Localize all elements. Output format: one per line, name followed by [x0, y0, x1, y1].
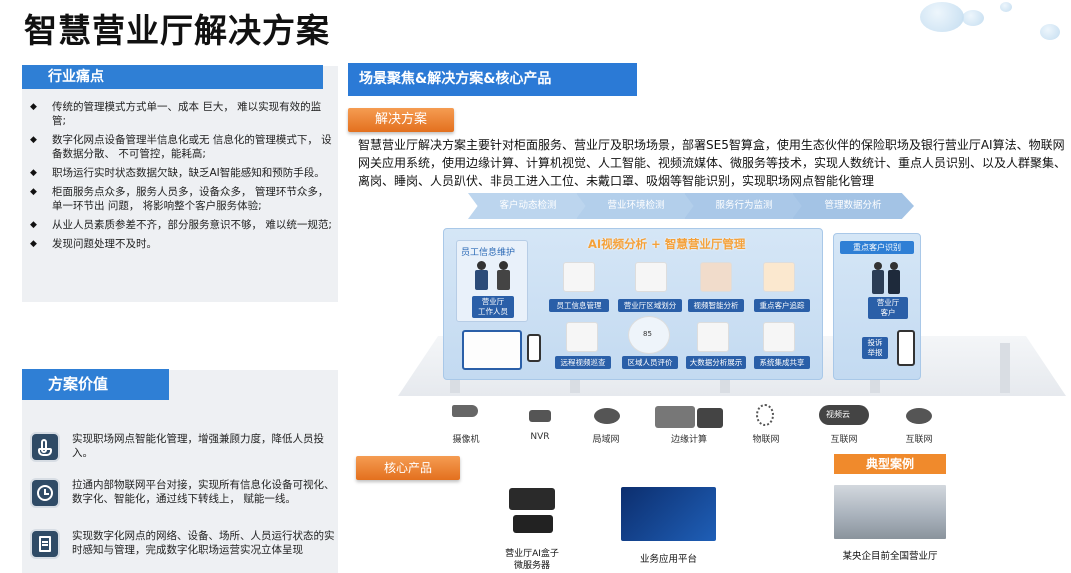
flow-step: 管理数据分析 [792, 193, 914, 219]
staff-info-icon [563, 262, 595, 292]
device-label: 互联网 [905, 435, 933, 445]
pain-point: 传统的管理模式方式单一、成本 巨大， 难以实现有效的监管; [30, 100, 335, 128]
monitor-icon [462, 330, 522, 370]
phone-icon [527, 334, 541, 362]
value-text: 拉通内部物联网平台对接，实现所有信息化设备可视化、数字化、智能化，通过线下转线上… [72, 479, 335, 505]
cloud-label: 视频云 [826, 410, 850, 419]
device-label: NVR [530, 432, 550, 442]
module-label: 区域人员评价 [622, 356, 678, 369]
value-item: 实现数字化网点的网络、设备、场所、人员运行状态的实时感知与管理，完成数字化职场运… [30, 529, 335, 559]
area-division-icon [635, 262, 667, 292]
customer-person-icon [888, 270, 900, 294]
big-data-icon [697, 322, 729, 352]
radar-value: 85 [643, 330, 652, 338]
solution-tag: 解决方案 [348, 108, 454, 132]
device-label: 摄像机 [452, 435, 480, 445]
nvr-icon [529, 410, 551, 422]
staff-person-icon [477, 261, 486, 270]
camera-icon [452, 405, 478, 417]
pain-point: 从业人员素质参差不齐，部分服务意识不够， 难以统一规范; [30, 218, 335, 232]
side-caption: 营业厅 客户 [868, 297, 908, 319]
pain-point-list: 传统的管理模式方式单一、成本 巨大， 难以实现有效的监管; 数字化网点设备管理半… [30, 100, 335, 256]
value-header: 方案价值 [22, 369, 169, 400]
video-analysis-icon [700, 262, 732, 292]
staff-person-icon [497, 270, 510, 290]
edge-box-icon [697, 408, 723, 428]
module-label: 视频智能分析 [688, 299, 744, 312]
value-item: 实现职场网点智能化管理，增强兼顾力度，降低人员投入。 [30, 432, 335, 462]
value-text: 实现数字化网点的网络、设备、场所、人员运行状态的实时感知与管理，完成数字化职场运… [72, 530, 335, 556]
integration-icon [763, 322, 795, 352]
side-phone-icon [897, 330, 915, 366]
staff-box-title: 员工信息维护 [461, 248, 516, 258]
edge-server-icon [655, 406, 695, 428]
value-item: 拉通内部物联网平台对接，实现所有信息化设备可视化、数字化、智能化，通过线下转线上… [30, 478, 335, 508]
solution-description: 智慧营业厅解决方案主要针对柜面服务、营业厅及职场场景，部署SE5智算盒，使用生态… [358, 138, 1067, 188]
product-label: 营业厅AI盒子 微服务器 [505, 549, 559, 571]
value-text: 实现职场网点智能化管理，增强兼顾力度，降低人员投入。 [72, 433, 324, 459]
module-label: 远程视频巡查 [555, 356, 611, 369]
flow-bar: 客户动态检测 营业环境检测 服务行为监测 管理数据分析 [468, 193, 914, 219]
page-title: 智慧营业厅解决方案 [24, 11, 330, 50]
device-label: 互联网 [830, 435, 858, 445]
module-label: 员工信息管理 [549, 299, 609, 312]
touch-icon [30, 432, 60, 462]
pain-point: 职场运行实时状态数据欠缺，缺乏AI智能感知和预防手段。 [30, 166, 335, 180]
clock-icon [30, 478, 60, 508]
case-tag: 典型案例 [834, 454, 946, 474]
internet-router-icon [906, 408, 932, 424]
pain-header: 行业痛点 [22, 65, 323, 89]
lan-router-icon [594, 408, 620, 424]
staff-caption: 营业厅 工作人员 [472, 296, 514, 318]
side-title: 重点客户识别 [840, 241, 914, 254]
customer-person-icon [872, 270, 884, 294]
device-label: 局域网 [592, 435, 620, 445]
ai-box-icon [509, 488, 555, 510]
flow-step: 服务行为监测 [684, 193, 804, 219]
decor-bubble-small [1040, 24, 1060, 40]
decor-bubble-medium [962, 10, 984, 26]
staff-person-icon [475, 270, 488, 290]
module-label: 重点客户追踪 [754, 299, 810, 312]
platform-screenshot-icon [621, 487, 716, 541]
flow-step: 营业环境检测 [576, 193, 696, 219]
core-product-tag: 核心产品 [356, 456, 460, 480]
customer-person-icon [874, 262, 882, 270]
pain-point: 数字化网点设备管理半信息化或无 信息化的管理模式下， 设备数据分散、 不可管控，… [30, 133, 335, 161]
side-report: 投诉 举报 [862, 337, 888, 359]
pillar [1000, 343, 1010, 393]
remote-patrol-icon [566, 322, 598, 352]
device-label: 边缘计算 [670, 435, 707, 445]
module-label: 大数据分析展示 [686, 356, 746, 369]
micro-server-icon [513, 515, 553, 533]
module-label: 系统集成共享 [754, 356, 810, 369]
module-label: 营业厅区域划分 [618, 299, 682, 312]
iot-icon [756, 404, 774, 426]
pain-point: 发现问题处理不及时。 [30, 237, 335, 251]
decor-bubble-tiny [1000, 2, 1012, 12]
product-label: 业务应用平台 [639, 554, 697, 565]
diagram-banner: AI视频分析 + 智慧营业厅管理 [588, 237, 746, 251]
staff-person-icon [499, 261, 508, 270]
vip-tracking-icon [763, 262, 795, 292]
product-label: 某央企目前全国营业厅 [842, 551, 938, 562]
device-label: 物联网 [752, 435, 780, 445]
case-photo-icon [834, 485, 946, 539]
decor-bubble-large [920, 2, 964, 32]
pain-point: 柜面服务点众多，服务人员多，设备众多， 管理环节众多， 单一环节出 问题， 将影… [30, 185, 335, 213]
customer-person-icon [890, 262, 898, 270]
document-icon [30, 529, 60, 559]
right-header: 场景聚焦&解决方案&核心产品 [348, 63, 637, 96]
flow-step: 客户动态检测 [468, 193, 588, 219]
